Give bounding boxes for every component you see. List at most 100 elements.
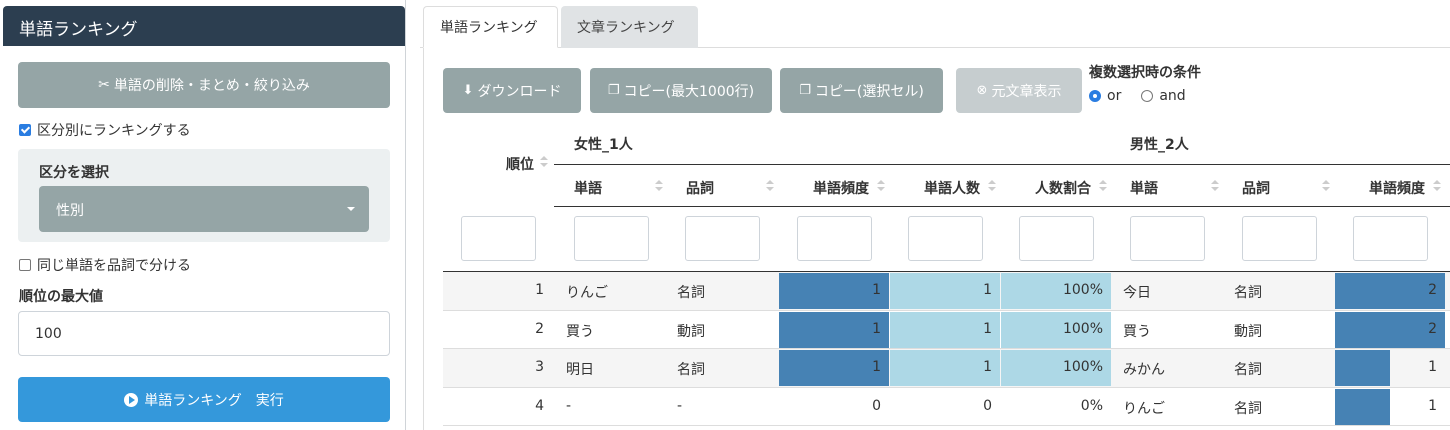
by-category-checkbox-row[interactable]: 区分別にランキングする: [19, 120, 191, 140]
cell-ratio-1: 0%: [1080, 397, 1103, 414]
tab-sentence-ranking[interactable]: 文章ランキング: [561, 6, 698, 48]
filter-words-button-label: 単語の削除・まとめ・絞り込み: [113, 78, 310, 94]
category-select[interactable]: 性別: [39, 186, 369, 232]
cell-word-1: りんご: [566, 285, 608, 301]
sort-icon[interactable]: [1211, 180, 1219, 192]
copy-max-button[interactable]: ❐ コピー(最大1000行): [590, 68, 772, 113]
radio-and-label: and: [1159, 88, 1186, 104]
sidebar-title: 単語ランキング: [19, 20, 138, 40]
filter-words-button[interactable]: ✂ 単語の削除・まとめ・絞り込み: [18, 62, 390, 108]
download-button[interactable]: ⬇ ダウンロード: [443, 68, 581, 113]
cell-ratio-1: 100%: [1062, 320, 1103, 337]
group-female-1: 女性_1人: [574, 137, 633, 153]
cell-rank: 4: [535, 397, 544, 414]
cell-freq-1: 0: [872, 397, 881, 414]
by-category-checkbox[interactable]: [19, 124, 31, 136]
filter-input-word-1[interactable]: [574, 216, 649, 261]
category-select-label: 区分を選択: [39, 165, 109, 181]
run-ranking-button-label: 単語ランキング 実行: [144, 392, 284, 409]
caret-down-icon: [347, 207, 355, 211]
sort-icon[interactable]: [766, 180, 774, 192]
filter-input-pos-2[interactable]: [1242, 216, 1317, 261]
split-pos-checkbox-row[interactable]: 同じ単語を品詞で分ける: [19, 255, 191, 275]
cell-pos-1: -: [677, 397, 683, 414]
scissors-icon: ✂: [98, 77, 110, 93]
download-icon: ⬇: [462, 83, 474, 98]
col-header-ratio-1[interactable]: 人数割合: [1035, 178, 1091, 198]
row-divider: [443, 425, 1450, 426]
tab-sentence-ranking-label: 文章ランキング: [577, 20, 675, 36]
sort-icon[interactable]: [877, 180, 885, 192]
col-header-freq-1[interactable]: 単語頻度: [813, 178, 869, 198]
show-source-button[interactable]: ⊗ 元文章表示: [956, 68, 1082, 113]
cell-freq-1: 1: [872, 320, 881, 337]
max-rank-input[interactable]: [18, 311, 390, 356]
cell-people-1: 1: [983, 320, 992, 337]
group-divider: [554, 164, 1450, 165]
cell-word-1: 明日: [566, 362, 594, 378]
cell-freq-2: 2: [1428, 320, 1437, 337]
cell-word-2: 買う: [1123, 323, 1151, 340]
cell-word-1: 買う: [566, 323, 594, 340]
tab-content: ⬇ ダウンロード ❐ コピー(最大1000行) ❐ コピー(選択セル) ⊗ 元文…: [423, 48, 1450, 430]
cell-freq-1: 1: [872, 282, 881, 298]
ranking-table: 順位 女性_1人 男性_2人 単語 品詞 単語頻度 単語人数 人数割合 単語 品…: [443, 130, 1450, 430]
copy-icon: ❐: [607, 83, 620, 98]
cell-pos-2: 名詞: [1234, 362, 1262, 378]
tab-bar: 単語ランキング 文章ランキング: [420, 6, 1450, 48]
cell-ratio-1: 100%: [1062, 282, 1103, 298]
filter-input-rank[interactable]: [461, 216, 536, 261]
cell-freq-2: 1: [1428, 359, 1437, 375]
copy-selected-button[interactable]: ❐ コピー(選択セル): [780, 68, 943, 113]
sort-icon[interactable]: [1099, 180, 1107, 192]
filter-input-freq-1[interactable]: [797, 216, 872, 261]
col-header-pos-1[interactable]: 品詞: [686, 178, 714, 198]
cell-people-1: 1: [983, 359, 992, 375]
sort-icon[interactable]: [540, 156, 548, 168]
cell-rank: 1: [535, 282, 544, 298]
cell-rank: 2: [535, 320, 544, 337]
filter-input-people-1[interactable]: [908, 216, 983, 261]
sort-icon[interactable]: [988, 180, 996, 192]
run-ranking-button[interactable]: 単語ランキング 実行: [18, 377, 390, 422]
col-header-word-2[interactable]: 単語: [1130, 178, 1158, 198]
col-header-word-1[interactable]: 単語: [574, 178, 602, 198]
sidebar: 単語ランキング ✂ 単語の削除・まとめ・絞り込み 区分別にランキングする 区分を…: [0, 0, 406, 430]
col-header-people-1[interactable]: 単語人数: [924, 178, 980, 198]
filter-input-ratio-1[interactable]: [1019, 216, 1094, 261]
cell-word-2: みかん: [1123, 362, 1165, 378]
cell-people-1: 1: [983, 282, 992, 298]
filter-input-pos-1[interactable]: [685, 216, 760, 261]
cell-freq-2: 2: [1428, 282, 1437, 298]
main-panel: 単語ランキング 文章ランキング ⬇ ダウンロード ❐ コピー(最大1000行) …: [420, 0, 1450, 430]
cell-people-1: 0: [983, 397, 992, 414]
sort-icon[interactable]: [655, 180, 663, 192]
radio-or[interactable]: [1089, 90, 1101, 102]
cell-freq-2: 1: [1428, 397, 1437, 414]
tab-word-ranking-label: 単語ランキング: [440, 20, 538, 36]
copy-icon: ❐: [799, 83, 811, 98]
cell-ratio-1: 100%: [1062, 359, 1103, 375]
cell-rank: 3: [535, 359, 544, 375]
play-circle-icon: [124, 392, 139, 407]
header-divider: [554, 206, 1450, 207]
rank-header[interactable]: 順位: [506, 154, 534, 174]
col-header-freq-2[interactable]: 単語頻度: [1369, 178, 1425, 198]
cell-word-2: りんご: [1123, 400, 1165, 417]
tab-word-ranking[interactable]: 単語ランキング: [423, 6, 558, 48]
download-button-label: ダウンロード: [477, 83, 562, 100]
col-header-pos-2[interactable]: 品詞: [1242, 178, 1270, 198]
filter-input-word-2[interactable]: [1130, 216, 1205, 261]
radio-and[interactable]: [1141, 90, 1154, 102]
filter-input-freq-2[interactable]: [1353, 216, 1428, 261]
condition-title: 複数選択時の条件: [1089, 65, 1201, 81]
split-pos-checkbox[interactable]: [19, 259, 31, 271]
cell-pos-2: 動詞: [1234, 323, 1262, 340]
cell-freq-1: 1: [872, 359, 881, 375]
sort-icon[interactable]: [1322, 180, 1330, 192]
sort-icon[interactable]: [1433, 180, 1441, 192]
category-panel: 区分を選択 性別: [18, 149, 390, 242]
cell-pos-1: 動詞: [677, 323, 705, 340]
category-select-value: 性別: [56, 203, 84, 219]
condition-radio-group: or and: [1089, 88, 1186, 104]
